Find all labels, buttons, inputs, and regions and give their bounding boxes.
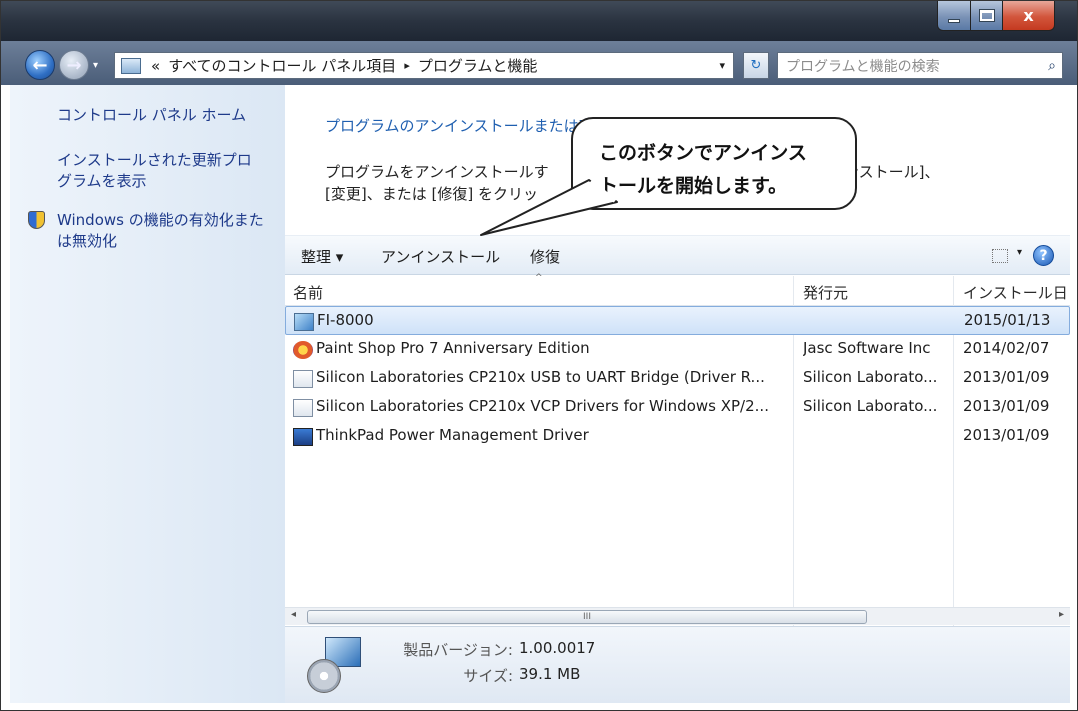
programs-and-features-window: x ← → ▾ « すべてのコントロール パネル項目 ▸ プログラムと機能 ▾ …: [0, 0, 1078, 711]
callout-pointer: [480, 179, 618, 236]
